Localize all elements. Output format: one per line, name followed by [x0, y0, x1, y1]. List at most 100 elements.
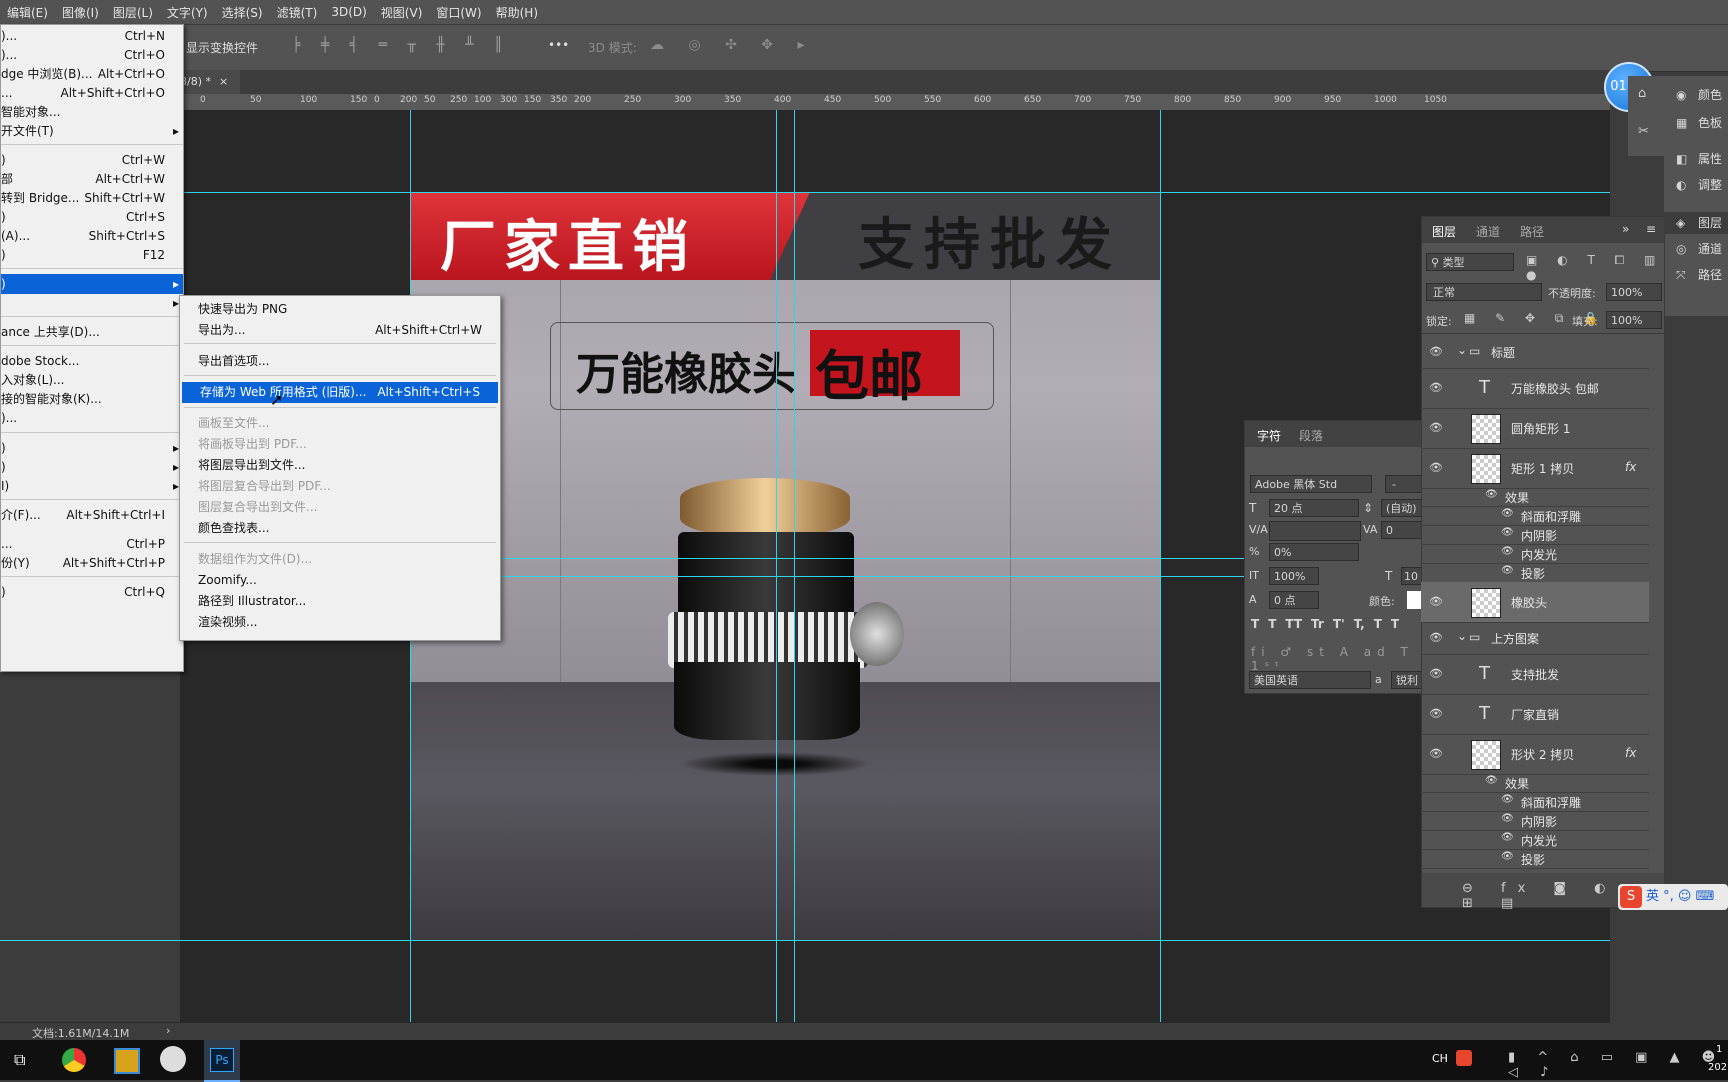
export-menu-item[interactable]: 将图层导出到文件... [180, 455, 500, 476]
file-menu-item[interactable]: dge 中浏览(B)... Alt+Ctrl+O [1, 64, 183, 84]
file-menu-item[interactable]: 开文件(T) ▸ [1, 121, 183, 141]
effect-eye-icon[interactable]: 👁 [1501, 527, 1514, 538]
export-menu-item[interactable]: 颜色查找表... [180, 518, 500, 539]
file-menu-item[interactable]: 智能对象... [1, 102, 183, 122]
file-menu-item[interactable]: ) Ctrl+Q [1, 582, 183, 602]
panel-collapse-icon[interactable]: » [1622, 222, 1629, 236]
panel-icon[interactable]: ⌂ [1638, 86, 1646, 101]
ime-toolbar[interactable]: S英 °, ☺ ⌨ [1618, 884, 1728, 910]
font-family-select[interactable]: Adobe 黑体 Std [1250, 475, 1372, 493]
dock-item[interactable]: ◉ 颜色 [1664, 84, 1728, 106]
tab-paragraph[interactable]: 段落 [1299, 427, 1323, 444]
file-menu-item[interactable]: 部 Alt+Ctrl+W [1, 169, 183, 189]
layer-row[interactable]: 👁 斜面和浮雕 [1421, 792, 1649, 812]
effect-eye-icon[interactable]: 👁 [1501, 546, 1514, 557]
tab-channels[interactable]: 通道 [1476, 223, 1500, 240]
visibility-eye-icon[interactable]: 👁 [1429, 747, 1443, 760]
file-menu-item[interactable]: ... Ctrl+P [1, 534, 183, 554]
menu-0[interactable]: 编辑(E) [0, 4, 55, 21]
layer-row[interactable]: 👁 内发光 [1421, 830, 1649, 850]
menu-4[interactable]: 选择(S) [215, 4, 270, 21]
glyph-style-button[interactable]: T [1268, 617, 1276, 637]
file-menu-item[interactable]: 转到 Bridge... Shift+Ctrl+W [1, 188, 183, 208]
status-menu-arrow-icon[interactable]: › [166, 1024, 170, 1037]
font-size-field[interactable]: 20 点 [1269, 499, 1359, 517]
visibility-eye-icon[interactable]: 👁 [1429, 707, 1443, 720]
explorer-icon[interactable] [114, 1048, 140, 1074]
visibility-eye-icon[interactable]: 👁 [1429, 381, 1443, 394]
visibility-eye-icon[interactable]: 👁 [1429, 421, 1443, 434]
layer-row[interactable]: 👁 内发光 [1421, 544, 1649, 564]
layer-filter-icons[interactable]: ▣ ◐ T ⧠ ▥ ● [1526, 253, 1664, 282]
menu-8[interactable]: 窗口(W) [429, 4, 488, 21]
file-menu-item[interactable]: ) ▸ [1, 274, 183, 294]
fill-field[interactable]: 100% [1606, 311, 1662, 329]
proportional-scale-field[interactable]: 0% [1269, 543, 1359, 561]
layer-row[interactable]: 👁 效果 [1421, 488, 1649, 507]
text-style-buttons[interactable]: T T TT Tr T' T, T T [1251, 617, 1423, 637]
group-expand-icon[interactable]: ⌄ [1457, 343, 1467, 357]
effect-eye-icon[interactable]: 👁 [1501, 508, 1514, 519]
dock-item[interactable]: ◈ 图层 [1664, 212, 1728, 234]
layer-row[interactable]: 👁 ⌄ ▭ 上方图案 [1421, 622, 1649, 655]
tab-layers[interactable]: 图层 [1432, 223, 1456, 240]
file-menu-item[interactable]: ) Ctrl+S [1, 207, 183, 227]
file-menu-item[interactable]: 介(F)... Alt+Shift+Ctrl+I [1, 505, 183, 525]
layer-row[interactable]: 👁 圆角矩形 1 [1421, 408, 1649, 449]
dock-item[interactable]: ⤧ 路径 [1664, 264, 1728, 286]
file-menu-item[interactable]: )... [1, 408, 183, 428]
layer-row[interactable]: 👁 矩形 1 拷贝 fx [1421, 448, 1649, 489]
file-menu-item[interactable]: ) ▸ [1, 457, 183, 477]
dock-item[interactable]: ◧ 属性 [1664, 148, 1728, 170]
layer-filter-select[interactable]: ⚲ 类型 [1426, 253, 1514, 271]
visibility-eye-icon[interactable]: 👁 [1429, 595, 1443, 608]
chrome-icon[interactable] [62, 1048, 86, 1072]
app-icon[interactable] [160, 1046, 186, 1072]
panel-menu-icon[interactable]: ≡ [1646, 222, 1656, 236]
file-menu-item[interactable]: ▸ [1, 293, 183, 313]
file-menu-item[interactable]: (A)... Shift+Ctrl+S [1, 226, 183, 246]
file-menu-item[interactable]: ) F12 [1, 245, 183, 265]
glyph-style-button[interactable]: Tr [1311, 617, 1324, 637]
layer-row[interactable]: 👁 内阴影 [1421, 811, 1649, 831]
glyph-style-button[interactable]: T [1251, 617, 1259, 637]
opentype-buttons[interactable]: fi ♂ st A ad T 1ˢᵗ [1251, 645, 1423, 673]
glyph-style-button[interactable]: TT [1285, 617, 1302, 637]
export-menu-item[interactable]: 路径到 Illustrator... [180, 591, 500, 612]
layer-row[interactable]: 👁 ⌄ ▭ 标题 [1421, 336, 1649, 369]
layer-row[interactable]: 👁 投影 [1421, 849, 1649, 869]
artboard[interactable]: 厂家直销 支持批发 万能橡胶头 包邮 [410, 192, 1160, 940]
export-menu-item[interactable]: 导出为... Alt+Shift+Ctrl+W [180, 320, 500, 341]
glyph-style-button[interactable]: T, [1354, 617, 1365, 637]
file-menu-item[interactable]: ) ▸ [1, 438, 183, 458]
dock-item[interactable]: ▦ 色板 [1664, 112, 1728, 134]
leading-field[interactable]: (自动) [1381, 499, 1425, 517]
tab-character[interactable]: 字符 [1257, 427, 1281, 444]
menu-5[interactable]: 滤镜(T) [270, 4, 325, 21]
layer-row[interactable]: 👁 效果 [1421, 774, 1649, 793]
system-tray-icons[interactable]: ▮ ^ ⌂ ▭ ▣ ▲ ☻ ◁ ♪ [1508, 1050, 1728, 1080]
effect-eye-icon[interactable]: 👁 [1501, 851, 1514, 862]
file-menu-item[interactable]: 入对象(L)... [1, 370, 183, 390]
export-menu-item[interactable]: 存储为 Web 所用格式 (旧版)... Alt+Shift+Ctrl+S [182, 382, 498, 403]
menu-3[interactable]: 文字(Y) [160, 4, 215, 21]
file-menu-item[interactable]: )... Ctrl+O [1, 45, 183, 65]
vertical-scale-field[interactable]: 100% [1269, 567, 1319, 585]
file-menu-item[interactable]: I) ▸ [1, 476, 183, 496]
kerning-field[interactable] [1269, 521, 1361, 541]
visibility-eye-icon[interactable]: 👁 [1429, 667, 1443, 680]
layer-row[interactable]: 👁 内阴影 [1421, 525, 1649, 545]
file-menu-item[interactable]: 份(Y) Alt+Shift+Ctrl+P [1, 553, 183, 573]
layer-row[interactable]: 👁 橡胶头 [1421, 582, 1649, 623]
baseline-shift-field[interactable]: 0 点 [1269, 591, 1319, 609]
glyph-style-button[interactable]: T [1391, 617, 1399, 637]
export-menu-item[interactable]: 渲染视频... [180, 612, 500, 633]
menu-6[interactable]: 3D(D) [324, 5, 373, 19]
blend-mode-select[interactable]: 正常 [1426, 283, 1542, 301]
layer-row[interactable]: 👁 投影 [1421, 563, 1649, 583]
file-menu-item[interactable]: ... Alt+Shift+Ctrl+O [1, 83, 183, 103]
visibility-eye-icon[interactable]: 👁 [1429, 631, 1443, 644]
effect-eye-icon[interactable]: 👁 [1485, 489, 1498, 500]
visibility-eye-icon[interactable]: 👁 [1429, 461, 1443, 474]
glyph-style-button[interactable]: T' [1333, 617, 1345, 637]
